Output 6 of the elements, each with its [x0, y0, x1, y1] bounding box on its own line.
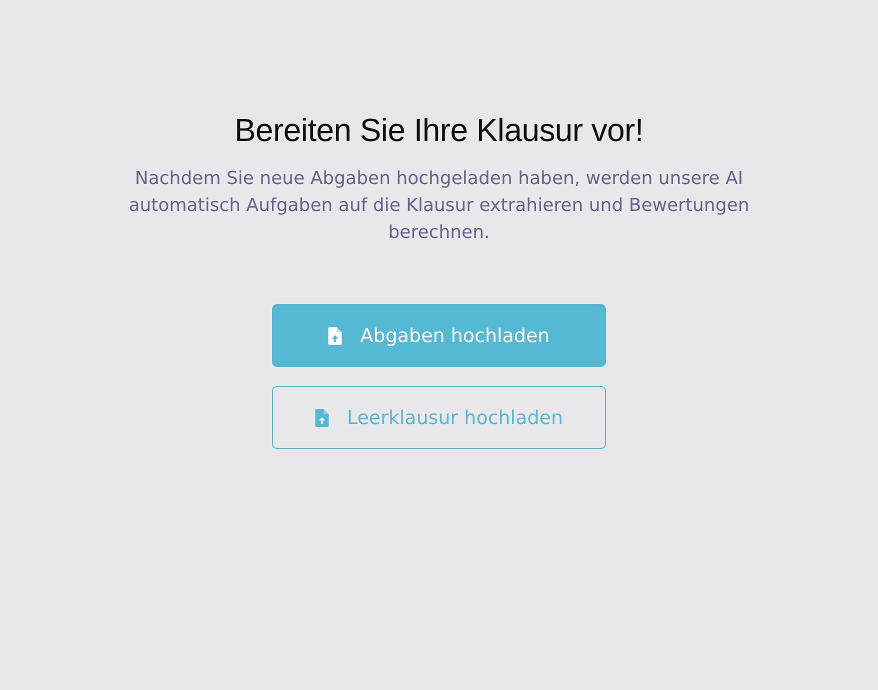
file-upload-icon — [328, 326, 342, 344]
upload-button[interactable]: Abgaben hochladen — [272, 304, 606, 367]
upload-button[interactable]: Leerklausur hochladen — [272, 386, 606, 449]
description-text: Nachdem Sie neue Abgaben hochgeladen haben, werden unsere AI automatisch Aufgaben auf die Klausur extrahieren und Bewertungen berechnen. — [128, 167, 750, 245]
file-upload-icon — [314, 408, 329, 426]
page-title: Bereiten Sie Ihre Klausur vor! — [234, 112, 644, 149]
